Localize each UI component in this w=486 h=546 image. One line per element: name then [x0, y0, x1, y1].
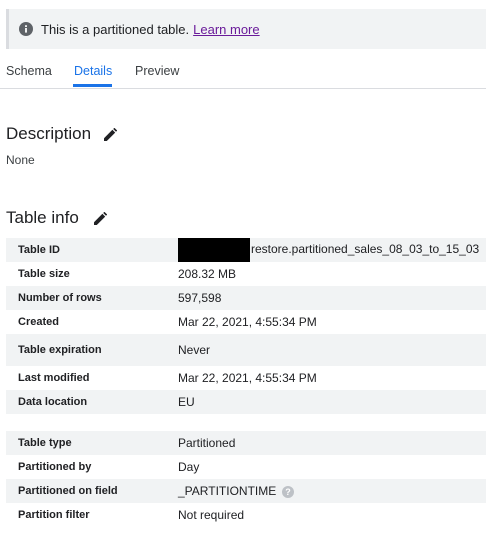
field-value: EU: [178, 395, 195, 409]
table-info-heading: Table info: [6, 208, 79, 227]
edit-table-info-pencil-icon[interactable]: [93, 212, 107, 226]
table-id-value: restore.partitioned_sales_08_03_to_15_03: [251, 242, 480, 257]
partition-field-value: _PARTITIONTIME: [178, 484, 277, 498]
tab-details[interactable]: Details: [74, 64, 112, 78]
tab-preview[interactable]: Preview: [135, 64, 179, 78]
field-value: Never: [178, 343, 211, 357]
field-key: Partition filter: [18, 509, 90, 521]
banner-text: This is a partitioned table.: [41, 21, 190, 37]
field-key: Partitioned on field: [18, 485, 118, 497]
table-info-list: Table ID restore.partitioned_sales_08_03…: [6, 238, 486, 414]
field-key: Last modified: [18, 372, 90, 384]
field-value: Day: [178, 460, 200, 474]
table-row: Table expiration Never: [6, 334, 486, 366]
active-tab-indicator: [73, 84, 112, 87]
field-value: Mar 22, 2021, 4:55:34 PM: [178, 315, 317, 329]
field-value: Mar 22, 2021, 4:55:34 PM: [178, 371, 317, 385]
help-icon[interactable]: ?: [282, 485, 295, 498]
description-value: None: [6, 153, 35, 167]
field-value: 208.32 MB: [178, 267, 237, 281]
field-key: Partitioned by: [18, 461, 92, 473]
redaction-block: [178, 238, 250, 262]
field-value: 597,598: [178, 291, 222, 305]
table-row: Table type Partitioned: [6, 431, 486, 455]
info-icon: [19, 22, 33, 36]
partition-info-list: Table type Partitioned Partitioned by Da…: [6, 431, 486, 527]
tab-schema[interactable]: Schema: [6, 64, 52, 78]
field-key: Data location: [18, 396, 88, 408]
table-row: Partitioned on field _PARTITIONTIME?: [6, 479, 486, 503]
field-value: _PARTITIONTIME?: [178, 484, 295, 498]
field-key: Number of rows: [18, 292, 102, 304]
field-value: Not required: [178, 508, 245, 522]
svg-text:?: ?: [285, 487, 291, 497]
edit-description-pencil-icon[interactable]: [103, 128, 117, 142]
table-row: Partitioned by Day: [6, 455, 486, 479]
table-row: Table ID restore.partitioned_sales_08_03…: [6, 238, 486, 262]
table-row: Partition filter Not required: [6, 503, 486, 527]
field-key: Table ID: [18, 244, 60, 256]
learn-more-link[interactable]: Learn more: [193, 22, 259, 37]
partition-info-banner: This is a partitioned table. Learn more: [6, 9, 486, 49]
table-row: Data location EU: [6, 390, 486, 414]
field-value: Partitioned: [178, 436, 236, 450]
table-row: Number of rows 597,598: [6, 286, 486, 310]
description-heading: Description: [6, 124, 92, 143]
field-key: Created: [18, 316, 59, 328]
table-row: Table size 208.32 MB: [6, 262, 486, 286]
field-key: Table size: [18, 268, 70, 280]
field-key: Table type: [18, 437, 72, 449]
field-key: Table expiration: [18, 344, 102, 356]
table-row: Last modified Mar 22, 2021, 4:55:34 PM: [6, 366, 486, 390]
tab-bar: Schema Details Preview: [0, 56, 486, 89]
field-value: restore.partitioned_sales_08_03_to_15_03: [178, 238, 479, 262]
table-row: Created Mar 22, 2021, 4:55:34 PM: [6, 310, 486, 334]
